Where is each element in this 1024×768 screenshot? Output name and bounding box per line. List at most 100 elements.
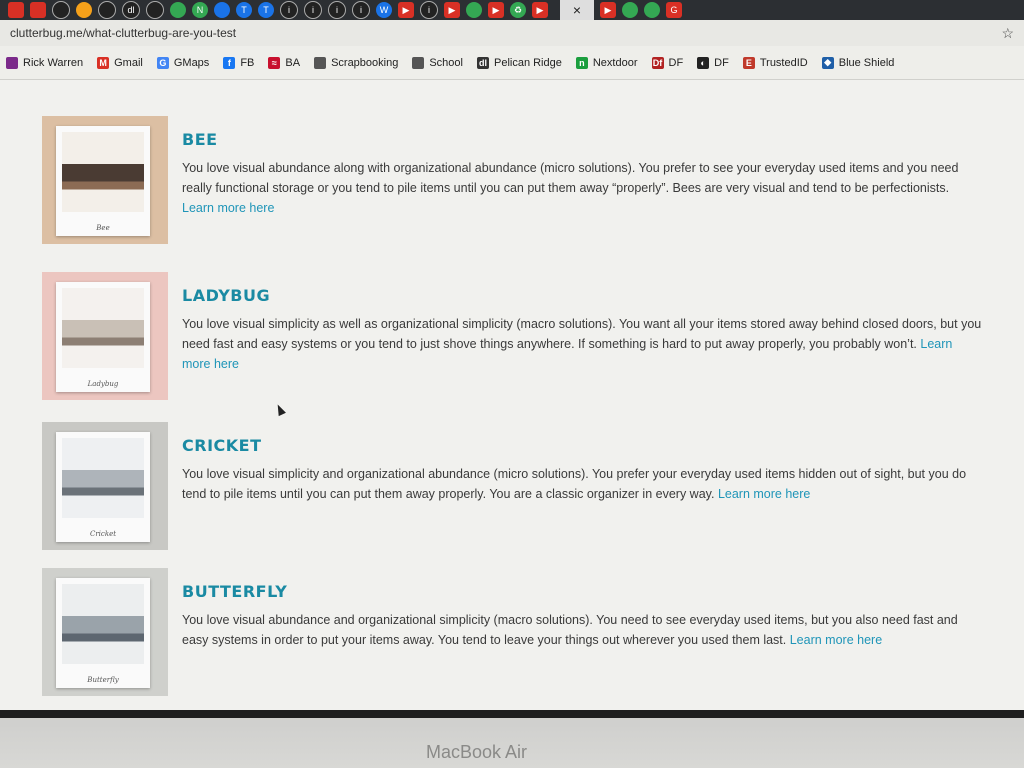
- globe-icon: ◐: [697, 56, 710, 69]
- laptop-brand-label: MacBook Air: [426, 742, 528, 762]
- tab-icon-youtube[interactable]: ▶: [488, 2, 504, 18]
- type-thumbnail: Bee: [42, 116, 168, 244]
- url-text[interactable]: clutterbug.me/what-clutterbug-are-you-te…: [10, 26, 1001, 40]
- bookmark-df[interactable]: Df DF: [651, 56, 684, 69]
- tab-icon-red[interactable]: [8, 2, 24, 18]
- nextdoor-icon: n: [575, 56, 588, 69]
- ba-icon: ≈: [268, 56, 281, 69]
- type-thumbnail: Butterfly: [42, 568, 168, 696]
- type-title: BEE: [182, 130, 218, 149]
- tab-icon-maps[interactable]: [466, 2, 482, 18]
- tab-icon-youtube[interactable]: ▶: [532, 2, 548, 18]
- tab-icon-dark[interactable]: [146, 1, 164, 19]
- bookmark-label: Blue Shield: [838, 56, 895, 69]
- polaroid-photo: Ladybug: [56, 282, 150, 392]
- photo-caption: Ladybug: [87, 380, 119, 388]
- photo-caption: Cricket: [89, 530, 117, 538]
- bookmark-gmaps[interactable]: G GMaps: [156, 56, 210, 69]
- bookmark-label: Gmail: [114, 56, 143, 69]
- tab-icon-blue[interactable]: [214, 2, 230, 18]
- bookmark-label: TrustedID: [759, 56, 808, 69]
- bookmark-label: Rick Warren: [23, 56, 84, 69]
- tab-icon-red[interactable]: [30, 2, 46, 18]
- bookmark-star-icon[interactable]: ☆: [1001, 25, 1014, 42]
- bookmark-label: Nextdoor: [592, 56, 638, 69]
- learn-more-link[interactable]: Learn more here: [718, 487, 810, 501]
- room-photo: [62, 584, 144, 664]
- bookmark-label: GMaps: [173, 56, 210, 69]
- bookmark-pelican-ridge[interactable]: dl Pelican Ridge: [476, 56, 562, 69]
- bookmark-scrapbooking[interactable]: Scrapbooking: [314, 56, 398, 69]
- room-photo: [62, 438, 144, 518]
- shield-icon: ◆: [821, 56, 834, 69]
- polaroid-photo: Bee: [56, 126, 150, 236]
- page-content: Bee BEE You love visual abundance along wi…: [0, 82, 1024, 710]
- bookmark-fb[interactable]: f FB: [223, 56, 255, 69]
- tab-icon-dark[interactable]: dl: [122, 1, 140, 19]
- bookmarks-bar: Rick Warren M Gmail G GMaps f FB ≈ BA Scrapbookin…: [0, 46, 1024, 80]
- room-photo: [62, 288, 144, 368]
- bookmark-label: DF: [714, 56, 729, 69]
- bookmark-blue-shield[interactable]: ◆ Blue Shield: [821, 56, 895, 69]
- bookmark-ba[interactable]: ≈ BA: [268, 56, 301, 69]
- tab-icon-info[interactable]: i: [328, 1, 346, 19]
- folder-icon: [314, 56, 327, 69]
- learn-more-link[interactable]: Learn more here: [182, 201, 274, 215]
- tab-icon-youtube[interactable]: ▶: [600, 2, 616, 18]
- tab-icon-w[interactable]: W: [376, 2, 392, 18]
- bookmark-school[interactable]: School: [412, 56, 463, 69]
- tab-icon-orange[interactable]: [76, 2, 92, 18]
- tab-icon-info[interactable]: i: [304, 1, 322, 19]
- tab-icon-recycle[interactable]: ♻: [510, 2, 526, 18]
- tab-icon-blue[interactable]: T: [236, 2, 252, 18]
- trustedid-icon: E: [742, 56, 755, 69]
- gmail-icon: M: [97, 56, 110, 69]
- active-tab-close-icon[interactable]: ×: [560, 0, 594, 20]
- type-description: You love visual simplicity and organizat…: [182, 467, 967, 501]
- tab-icon-info[interactable]: i: [280, 1, 298, 19]
- bookmark-label: DF: [668, 56, 684, 69]
- google-icon: G: [156, 56, 169, 69]
- bookmark-nextdoor[interactable]: n Nextdoor: [575, 56, 638, 69]
- room-photo: [62, 132, 144, 212]
- type-thumbnail: Cricket: [42, 422, 168, 550]
- tab-icon-green[interactable]: N: [192, 2, 208, 18]
- folder-icon: [412, 56, 425, 69]
- tab-icon-info[interactable]: i: [420, 1, 438, 19]
- type-description: You love visual abundance along with org…: [182, 161, 959, 215]
- facebook-icon: f: [223, 56, 236, 69]
- clutterbug-type-bee: Bee BEE You love visual abundance along wi…: [42, 116, 1022, 256]
- learn-more-link[interactable]: Learn more here: [790, 633, 882, 647]
- tab-icon-blue[interactable]: T: [258, 2, 274, 18]
- tab-icon-green[interactable]: [644, 2, 660, 18]
- clutterbug-type-cricket: Cricket CRICKET You love visual simplicity…: [42, 422, 1022, 562]
- photo-caption: Butterfly: [87, 676, 119, 684]
- tab-icon-info[interactable]: i: [352, 1, 370, 19]
- tab-icon-youtube[interactable]: ▶: [398, 2, 414, 18]
- type-title: BUTTERFLY: [182, 582, 288, 601]
- type-title: CRICKET: [182, 436, 262, 455]
- bookmark-df[interactable]: ◐ DF: [697, 56, 729, 69]
- bookmark-label: School: [429, 56, 463, 69]
- browser-window: dl N T Ti i i i W ▶ i ▶ ▶ ♻ ▶ × ▶ G clutterbug.me/what-c…: [0, 0, 1024, 710]
- tab-icon-green[interactable]: [622, 2, 638, 18]
- clutterbug-type-ladybug: Ladybug LADYBUG You love visual simplicity…: [42, 272, 1022, 412]
- address-bar[interactable]: clutterbug.me/what-clutterbug-are-you-te…: [0, 20, 1024, 46]
- tab-icon-youtube[interactable]: ▶: [444, 2, 460, 18]
- type-description: You love visual simplicity as well as or…: [182, 317, 982, 371]
- tab-icon-dark[interactable]: [52, 1, 70, 19]
- tab-icon-green[interactable]: [170, 2, 186, 18]
- tab-icon-dark[interactable]: [98, 1, 116, 19]
- polaroid-photo: Butterfly: [56, 578, 150, 688]
- type-thumbnail: Ladybug: [42, 272, 168, 400]
- df-icon: Df: [651, 56, 664, 69]
- bookmark-label: FB: [240, 56, 255, 69]
- learn-more-link[interactable]: Learn more here: [182, 337, 952, 371]
- bookmark-gmail[interactable]: M Gmail: [97, 56, 143, 69]
- bookmark-label: BA: [285, 56, 301, 69]
- polaroid-photo: Cricket: [56, 432, 150, 542]
- tab-icon-google[interactable]: G: [666, 2, 682, 18]
- bookmark-trustedid[interactable]: E TrustedID: [742, 56, 808, 69]
- tab-strip: dl N T Ti i i i W ▶ i ▶ ▶ ♻ ▶ × ▶ G: [0, 0, 1024, 20]
- bookmark-rick-warren[interactable]: Rick Warren: [6, 56, 84, 69]
